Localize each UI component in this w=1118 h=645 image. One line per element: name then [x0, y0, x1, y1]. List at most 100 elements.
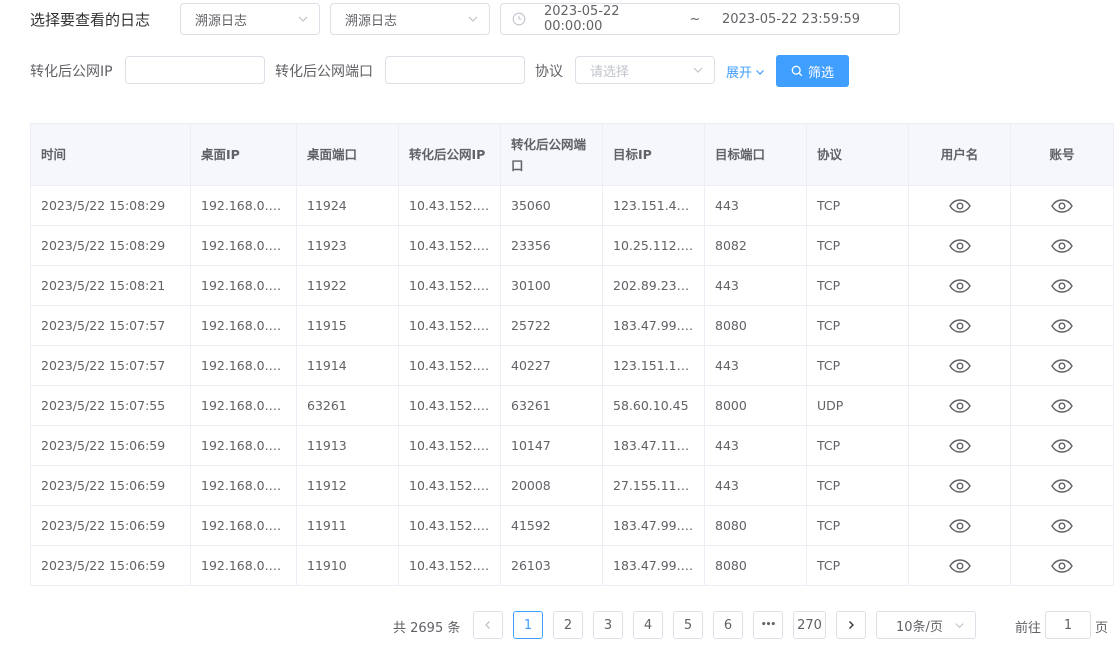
cell-target-ip: 58.60.10.45	[602, 385, 705, 426]
date-range-separator: ~	[689, 11, 701, 27]
cell-protocol: TCP	[806, 265, 909, 306]
cell-public-port: 20008	[500, 465, 603, 506]
cell-desktop-ip: 192.168.0.172	[190, 425, 297, 466]
next-page-button[interactable]	[836, 611, 866, 639]
protocol-label: 协议	[535, 64, 563, 80]
view-username-button[interactable]	[908, 465, 1011, 506]
log-select-label: 选择要查看的日志	[30, 11, 151, 29]
page-3-button[interactable]: 3	[593, 611, 623, 639]
eye-icon	[948, 479, 971, 493]
page-2-button[interactable]: 2	[553, 611, 583, 639]
log-type-select-2-value: 溯源日志	[345, 13, 398, 29]
eye-icon	[948, 439, 971, 453]
cell-protocol: TCP	[806, 345, 909, 386]
view-account-button[interactable]	[1010, 225, 1114, 266]
page-suffix: 页	[1095, 621, 1109, 636]
view-username-button[interactable]	[908, 385, 1011, 426]
expand-toggle[interactable]: 展开	[726, 62, 765, 81]
eye-icon	[1051, 479, 1073, 493]
eye-icon	[1051, 439, 1073, 453]
view-account-button[interactable]	[1010, 345, 1114, 386]
view-account-button[interactable]	[1010, 425, 1114, 466]
view-username-button[interactable]	[908, 505, 1011, 546]
log-type-select-2[interactable]: 溯源日志	[330, 3, 490, 35]
date-end[interactable]: 2023-05-22 23:59:59	[722, 12, 860, 27]
cell-protocol: TCP	[806, 305, 909, 346]
view-account-button[interactable]	[1010, 545, 1114, 586]
last-page-button[interactable]: 270	[793, 611, 826, 639]
cell-protocol: TCP	[806, 225, 909, 266]
prev-page-button[interactable]	[473, 611, 503, 639]
goto-label: 前往	[1015, 621, 1042, 636]
cell-desktop-ip: 192.168.0.172	[190, 545, 297, 586]
cell-public-port: 10147	[500, 425, 603, 466]
protocol-select-placeholder: 请选择	[590, 64, 630, 80]
pagination-total: 共 2695 条	[393, 621, 461, 636]
date-range-picker[interactable]: 2023-05-22 00:00:00 ~ 2023-05-22 23:59:5…	[500, 3, 900, 35]
table-row: 2023/5/22 15:06:59 192.168.0.172 11910 10.4…	[30, 545, 1114, 586]
view-username-button[interactable]	[908, 425, 1011, 466]
cell-desktop-ip: 192.168.0.172	[190, 385, 297, 426]
view-account-button[interactable]	[1010, 385, 1114, 426]
cell-target-port: 443	[704, 465, 807, 506]
table-row: 2023/5/22 15:06:59 192.168.0.172 11911 10.4…	[30, 505, 1114, 546]
cell-target-port: 8082	[704, 225, 807, 266]
eye-icon	[1051, 199, 1073, 213]
page-4-button[interactable]: 4	[633, 611, 663, 639]
cell-time: 2023/5/22 15:06:59	[30, 505, 191, 546]
view-username-button[interactable]	[908, 265, 1011, 306]
cell-public-ip: 10.43.152.249	[398, 305, 501, 346]
view-account-button[interactable]	[1010, 305, 1114, 346]
cell-public-port: 23356	[500, 225, 603, 266]
log-type-select-1-value: 溯源日志	[195, 13, 248, 29]
log-table: 时间 桌面IP 桌面端口 转化后公网IP 转化后公网端口 目标IP 目标端口 协…	[30, 123, 1114, 586]
cell-target-port: 8080	[704, 305, 807, 346]
eye-icon	[1051, 239, 1073, 253]
cell-time: 2023/5/22 15:07:57	[30, 345, 191, 386]
cell-time: 2023/5/22 15:08:29	[30, 185, 191, 226]
cell-protocol: TCP	[806, 185, 909, 226]
public-ip-label: 转化后公网IP	[30, 64, 113, 80]
col-target-ip: 目标IP	[602, 123, 705, 186]
page-1-button[interactable]: 1	[513, 611, 543, 639]
more-pages-button[interactable]: •••	[753, 611, 783, 639]
view-account-button[interactable]	[1010, 185, 1114, 226]
date-start[interactable]: 2023-05-22 00:00:00	[544, 4, 680, 34]
view-username-button[interactable]	[908, 185, 1011, 226]
cell-desktop-ip: 192.168.0.172	[190, 465, 297, 506]
table-row: 2023/5/22 15:08:29 192.168.0.172 11923 10.4…	[30, 225, 1114, 266]
page-size-select[interactable]: 10条/页	[876, 611, 976, 639]
filter-button[interactable]: 筛选	[776, 55, 849, 87]
view-username-button[interactable]	[908, 225, 1011, 266]
goto-page-input[interactable]: 1	[1045, 611, 1091, 639]
view-account-button[interactable]	[1010, 505, 1114, 546]
col-target-port: 目标端口	[704, 123, 807, 186]
public-ip-input[interactable]	[125, 56, 265, 84]
col-desktop-port: 桌面端口	[296, 123, 399, 186]
cell-public-port: 63261	[500, 385, 603, 426]
view-account-button[interactable]	[1010, 465, 1114, 506]
page-5-button[interactable]: 5	[673, 611, 703, 639]
eye-icon	[948, 199, 971, 213]
page-6-button[interactable]: 6	[713, 611, 743, 639]
view-username-button[interactable]	[908, 545, 1011, 586]
cell-public-ip: 10.43.152.249	[398, 265, 501, 306]
col-time: 时间	[30, 123, 191, 186]
table-row: 2023/5/22 15:07:55 192.168.0.172 63261 10.4…	[30, 385, 1114, 426]
eye-icon	[948, 239, 971, 253]
view-username-button[interactable]	[908, 305, 1011, 346]
chevron-down-icon	[693, 67, 703, 73]
cell-public-ip: 10.43.152.249	[398, 385, 501, 426]
cell-time: 2023/5/22 15:06:59	[30, 465, 191, 506]
view-account-button[interactable]	[1010, 265, 1114, 306]
search-icon	[791, 65, 803, 77]
cell-desktop-port: 11923	[296, 225, 399, 266]
eye-icon	[948, 279, 971, 293]
eye-icon	[948, 359, 971, 373]
protocol-select[interactable]: 请选择	[575, 56, 715, 84]
log-type-select-1[interactable]: 溯源日志	[180, 3, 320, 35]
view-username-button[interactable]	[908, 345, 1011, 386]
col-desktop-ip: 桌面IP	[190, 123, 297, 186]
cell-desktop-port: 11913	[296, 425, 399, 466]
public-port-input[interactable]	[385, 56, 525, 84]
